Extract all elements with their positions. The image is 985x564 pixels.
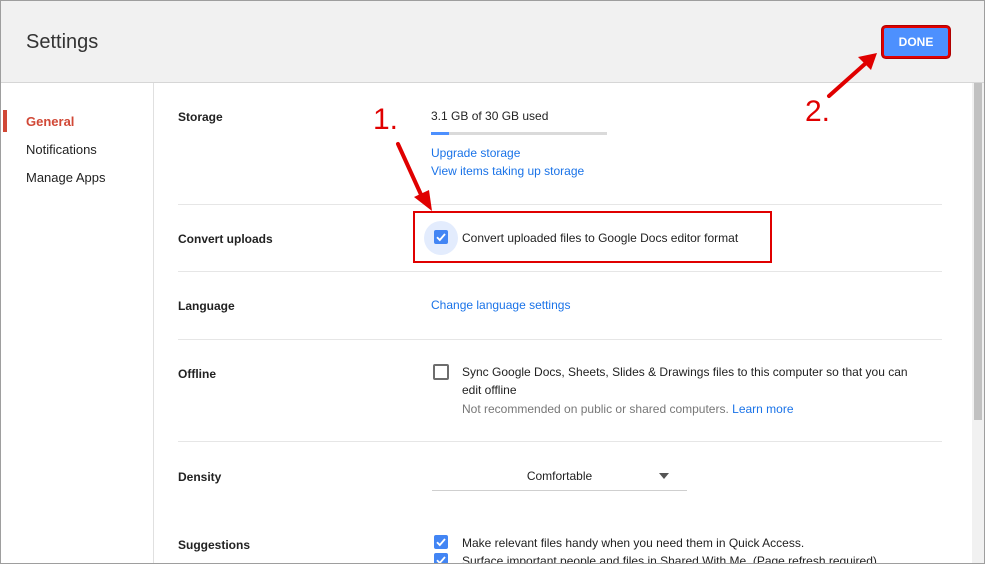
- annotation-arrow-1: [396, 142, 425, 201]
- annotation-arrows: [396, 53, 877, 211]
- annotation-arrowhead-1: [414, 190, 432, 211]
- annotation-arrow-2: [827, 61, 868, 98]
- settings-dialog: Settings DONE General Notifications Mana…: [0, 0, 985, 564]
